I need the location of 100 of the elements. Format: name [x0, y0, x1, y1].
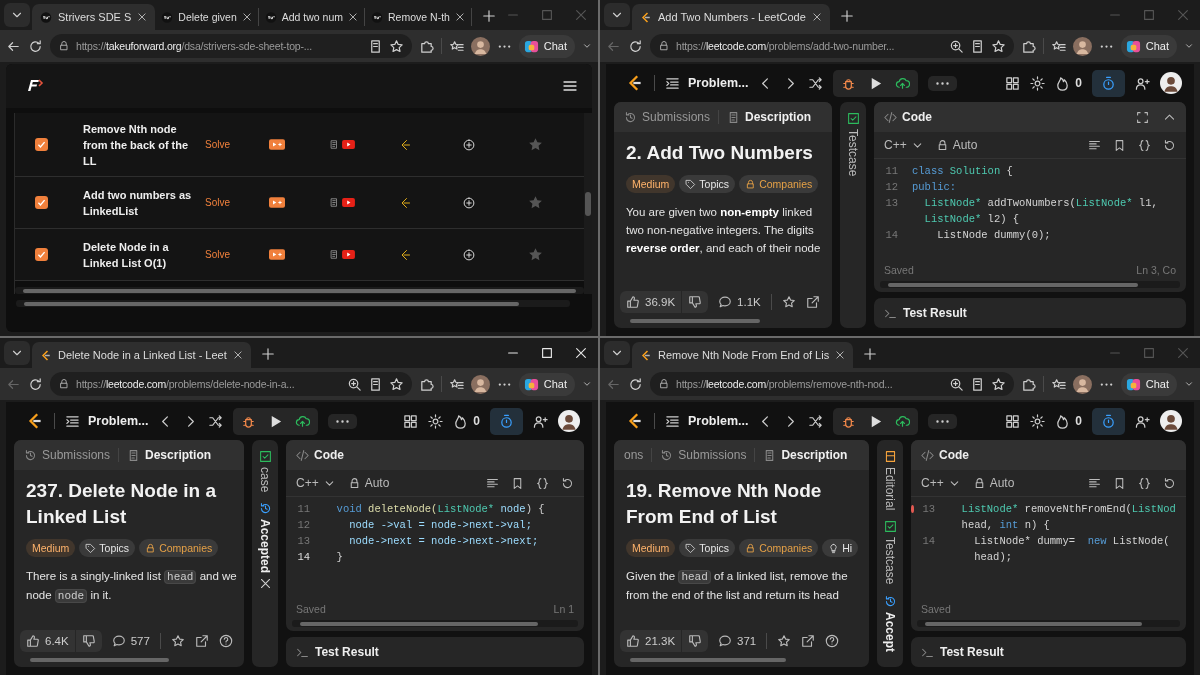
tag-button[interactable]: Companies — [139, 539, 219, 557]
chat-button[interactable]: Chat — [518, 34, 575, 58]
caret-icon[interactable] — [1184, 41, 1194, 51]
tag-button[interactable]: Topics — [79, 539, 136, 557]
braces-icon[interactable] — [1138, 476, 1151, 490]
star-icon[interactable] — [527, 136, 544, 153]
comments-button[interactable]: 1.1K — [718, 295, 761, 309]
zoom-icon[interactable] — [948, 376, 964, 392]
more-button[interactable] — [328, 413, 358, 429]
solve-link[interactable]: Solve — [205, 197, 230, 208]
streak-counter[interactable]: 0 — [1055, 75, 1082, 91]
comments-button[interactable]: 371 — [718, 634, 757, 648]
address-bar[interactable]: https://leetcode.com/problems/add-two-number... — [650, 34, 1014, 58]
video-icon[interactable] — [342, 140, 355, 149]
timer-button[interactable] — [490, 407, 523, 435]
vertical-scrollbar[interactable] — [584, 113, 592, 294]
streak-counter[interactable]: 0 — [453, 413, 480, 429]
browser-tab[interactable]: Remove Nth Node From End of Lis — [632, 342, 854, 368]
favorites-icon[interactable] — [1050, 376, 1066, 392]
test-result-panel[interactable]: Test Result — [874, 298, 1186, 328]
solve-link[interactable]: Solve — [205, 249, 230, 260]
side-tab[interactable]: Testcase — [846, 112, 860, 177]
format-icon[interactable] — [486, 476, 499, 490]
side-tab[interactable]: Editorial — [883, 450, 897, 511]
problem-title[interactable]: Delete Node in a Linked List O(1) — [83, 238, 195, 271]
document-icon[interactable] — [329, 139, 339, 150]
tag-button[interactable]: Hi — [822, 539, 859, 557]
profile-avatar[interactable] — [470, 374, 490, 394]
caret-icon[interactable] — [582, 379, 592, 389]
dislike-button[interactable] — [75, 630, 102, 652]
reset-icon[interactable] — [1163, 138, 1176, 152]
caret-icon[interactable] — [1184, 379, 1194, 389]
add-user-icon[interactable] — [1135, 75, 1150, 91]
language-dropdown[interactable]: C++ — [884, 138, 924, 152]
add-user-icon[interactable] — [1135, 413, 1150, 429]
panel-tab[interactable]: Description — [127, 448, 212, 462]
upload-icon[interactable] — [895, 413, 911, 429]
browser-tab[interactable]: Remove N-th — [367, 8, 472, 26]
shuffle-icon[interactable] — [808, 75, 824, 91]
format-icon[interactable] — [1088, 138, 1101, 152]
browser-tab[interactable]: Add two num — [260, 8, 366, 26]
zoom-icon[interactable] — [346, 376, 362, 392]
layout-icon[interactable] — [403, 413, 419, 429]
more-button[interactable] — [928, 413, 958, 429]
document-icon[interactable] — [329, 249, 339, 260]
address-bar[interactable]: https://leetcode.com/problems/delete-node-in-a... — [50, 372, 412, 396]
reload-icon[interactable] — [28, 38, 43, 54]
help-icon[interactable] — [825, 634, 840, 648]
upload-icon[interactable] — [295, 413, 311, 429]
close-icon[interactable] — [348, 12, 359, 22]
problem-list-button[interactable]: Problem... — [65, 413, 149, 429]
puzzle-icon[interactable] — [418, 376, 434, 392]
tab-actions-button[interactable] — [604, 3, 630, 27]
panel-tab[interactable]: Submissions — [24, 448, 111, 462]
share-icon[interactable] — [801, 634, 816, 648]
profile-avatar[interactable] — [1072, 36, 1092, 56]
browser-tab[interactable]: Strivers SDE S — [32, 4, 156, 30]
add-icon[interactable] — [463, 138, 475, 151]
layout-icon[interactable] — [1005, 413, 1021, 429]
reset-icon[interactable] — [561, 476, 574, 490]
zoom-icon[interactable] — [948, 38, 964, 54]
breakpoint-dot[interactable] — [911, 505, 915, 513]
caret-icon[interactable] — [582, 41, 592, 51]
problem-title[interactable]: Add two numbers as LinkedList — [83, 186, 195, 219]
user-avatar[interactable] — [1160, 72, 1182, 94]
horizontal-scrollbar[interactable] — [15, 287, 584, 294]
checkbox[interactable] — [35, 248, 48, 261]
fullscreen-icon[interactable] — [1136, 110, 1149, 124]
user-avatar[interactable] — [1160, 410, 1182, 432]
browser-tab[interactable]: Delete Node in a Linked List - Leet — [32, 342, 251, 368]
streak-counter[interactable]: 0 — [1055, 413, 1082, 429]
document-icon[interactable] — [329, 197, 339, 208]
mode-label[interactable]: Auto — [347, 476, 390, 490]
play-plus-icon[interactable] — [269, 249, 285, 260]
layout-icon[interactable] — [1005, 75, 1021, 91]
chat-button[interactable]: Chat — [518, 372, 575, 396]
new-tab-icon[interactable] — [260, 347, 275, 361]
language-dropdown[interactable]: C++ — [296, 476, 336, 490]
bookmark-icon[interactable] — [1113, 476, 1126, 490]
reload-icon[interactable] — [628, 376, 643, 392]
profile-avatar[interactable] — [1072, 374, 1092, 394]
panel-tab[interactable]: Description — [763, 448, 848, 462]
add-icon[interactable] — [463, 248, 475, 261]
horizontal-scrollbar[interactable] — [16, 300, 570, 307]
dislike-button[interactable] — [682, 291, 709, 313]
tag-button[interactable]: Topics — [679, 175, 736, 193]
upload-icon[interactable] — [895, 75, 911, 91]
new-tab-icon[interactable] — [839, 9, 854, 23]
close-icon[interactable] — [835, 350, 846, 360]
puzzle-icon[interactable] — [1020, 38, 1036, 54]
solve-link[interactable]: Solve — [205, 139, 230, 150]
close-icon[interactable] — [574, 346, 588, 360]
profile-avatar[interactable] — [470, 36, 490, 56]
mode-label[interactable]: Auto — [935, 138, 978, 152]
user-avatar[interactable] — [558, 410, 580, 432]
language-dropdown[interactable]: C++ — [921, 476, 961, 490]
address-bar[interactable]: https://takeuforward.org/dsa/strivers-sde-sheet-top-... — [50, 34, 412, 58]
like-button[interactable]: 21.3K — [620, 630, 682, 652]
close-icon[interactable] — [241, 12, 252, 22]
panel-tab[interactable]: Submissions — [660, 448, 747, 462]
